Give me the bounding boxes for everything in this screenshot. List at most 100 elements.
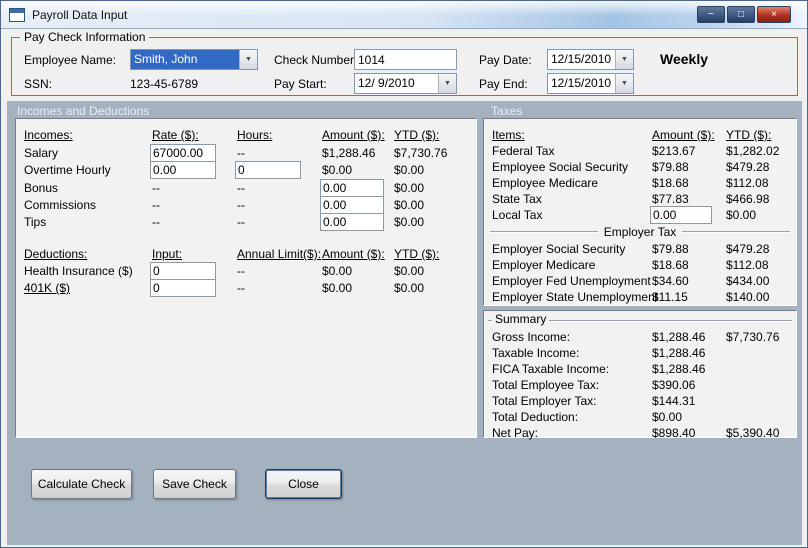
pay-frequency-label: Weekly (660, 51, 708, 67)
close-window-button[interactable]: × (757, 6, 791, 23)
employee-name-combobox[interactable]: Smith, John ▼ (130, 49, 258, 70)
employer-tax-separator: Employer Tax (490, 225, 791, 239)
employer-ss-amount-cell: $79.88 (652, 242, 689, 256)
tips-amount-input[interactable] (320, 213, 384, 231)
maximize-icon: □ (737, 8, 745, 20)
commissions-rate-cell: -- (152, 198, 160, 212)
overtime-hours-input[interactable] (235, 161, 301, 179)
overtime-rate-input[interactable] (150, 161, 216, 179)
check-number-input[interactable] (354, 49, 457, 70)
deductions-ytd-header: YTD ($): (394, 247, 440, 261)
health-insurance-ytd-cell: $0.00 (394, 264, 425, 278)
employee-ss-amount-cell: $79.88 (652, 160, 689, 174)
pay-end-picker[interactable]: 12/15/2010 ▼ (547, 73, 634, 94)
state-tax-amount-cell: $77.83 (652, 192, 689, 206)
local-tax-label: Local Tax (492, 208, 543, 222)
employee-ss-label: Employee Social Security (492, 160, 629, 174)
calculate-check-button[interactable]: Calculate Check (31, 469, 132, 499)
paycheck-info-group: Pay Check Information Employee Name: Smi… (11, 30, 798, 96)
close-icon: × (771, 8, 777, 20)
commissions-hours-cell: -- (237, 198, 245, 212)
k401-limit-cell: -- (237, 281, 245, 295)
ssn-value: 123-45-6789 (130, 77, 199, 91)
employer-state-unemployment-label: Employer State Unemployment (492, 290, 659, 304)
salary-hours-cell: -- (237, 146, 245, 160)
pay-start-picker[interactable]: 12/ 9/2010 ▼ (354, 73, 457, 94)
employee-medicare-ytd-cell: $112.08 (726, 176, 769, 190)
rate-header: Rate ($): (152, 128, 199, 142)
check-number-label: Check Number: (274, 53, 358, 67)
amount-header: Amount ($): (322, 128, 385, 142)
tips-hours-cell: -- (237, 215, 245, 229)
total-employer-tax-amount-cell: $144.31 (652, 394, 696, 408)
tips-rate-cell: -- (152, 215, 160, 229)
separator-line (490, 231, 598, 233)
deductions-amount-header: Amount ($): (322, 247, 385, 261)
employee-ss-ytd-cell: $479.28 (726, 160, 770, 174)
net-pay-label: Net Pay: (492, 426, 539, 440)
save-check-button[interactable]: Save Check (153, 469, 236, 499)
bonus-amount-input[interactable] (320, 179, 384, 197)
local-tax-ytd-cell: $0.00 (726, 208, 757, 222)
commissions-amount-input[interactable] (320, 196, 384, 214)
maximize-button[interactable]: □ (727, 6, 755, 23)
overtime-ytd-cell: $0.00 (394, 163, 425, 177)
health-insurance-input[interactable] (150, 262, 216, 280)
total-employee-tax-amount-cell: $390.06 (652, 378, 696, 392)
incomes-deductions-section-title: Incomes and Deductions (17, 104, 150, 118)
local-tax-input[interactable] (650, 206, 712, 224)
tips-ytd-cell: $0.00 (394, 215, 425, 229)
employer-state-unemployment-ytd-cell: $140.00 (726, 290, 770, 304)
federal-tax-label: Federal Tax (492, 144, 555, 158)
commissions-ytd-cell: $0.00 (394, 198, 425, 212)
items-header: Items: (492, 128, 525, 142)
federal-tax-ytd-cell: $1,282.02 (726, 144, 780, 158)
federal-tax-amount-cell: $213.67 (652, 144, 696, 158)
chevron-down-icon[interactable]: ▼ (438, 74, 456, 93)
net-pay-ytd-cell: $5,390.40 (726, 426, 780, 440)
taxes-amount-header: Amount ($): (652, 128, 715, 142)
separator-line (682, 231, 791, 233)
salary-ytd-cell: $7,730.76 (394, 146, 448, 160)
chevron-down-icon[interactable]: ▼ (615, 50, 633, 69)
titlebar[interactable]: Payroll Data Input − □ × (1, 1, 807, 29)
main-section: Incomes and Deductions Taxes Incomes: Ra… (7, 101, 802, 545)
employee-name-value: Smith, John (131, 50, 239, 69)
k401-amount-cell: $0.00 (322, 281, 353, 295)
deductions-header: Deductions: (24, 247, 88, 261)
gross-income-ytd-cell: $7,730.76 (726, 330, 780, 344)
chevron-down-icon[interactable]: ▼ (239, 50, 257, 69)
annual-limit-header: Annual Limit($): (237, 247, 322, 261)
salary-label: Salary (24, 146, 59, 160)
close-button[interactable]: Close (265, 469, 342, 499)
taxable-income-amount-cell: $1,288.46 (652, 346, 706, 360)
salary-rate-input[interactable] (150, 144, 216, 162)
gross-income-label: Gross Income: (492, 330, 571, 344)
total-deduction-label: Total Deduction: (492, 410, 579, 424)
k401-input[interactable] (150, 279, 216, 297)
summary-panel: Summary Gross Income: $1,288.46 $7,730.7… (483, 310, 797, 440)
employer-ss-ytd-cell: $479.28 (726, 242, 770, 256)
employer-medicare-ytd-cell: $112.08 (726, 258, 769, 272)
state-tax-label: State Tax (492, 192, 542, 206)
k401-ytd-cell: $0.00 (394, 281, 425, 295)
pay-date-picker[interactable]: 12/15/2010 ▼ (547, 49, 634, 70)
pay-date-value: 12/15/2010 (551, 52, 612, 66)
employer-tax-separator-label: Employer Tax (603, 225, 677, 239)
taxes-section-title: Taxes (491, 104, 523, 118)
fica-taxable-income-amount-cell: $1,288.46 (652, 362, 706, 376)
gross-income-amount-cell: $1,288.46 (652, 330, 706, 344)
employee-medicare-amount-cell: $18.68 (652, 176, 689, 190)
chevron-down-icon[interactable]: ▼ (615, 74, 633, 93)
overtime-amount-cell: $0.00 (322, 163, 353, 177)
minimize-button[interactable]: − (697, 6, 725, 23)
employer-medicare-label: Employer Medicare (492, 258, 596, 272)
total-employee-tax-label: Total Employee Tax: (492, 378, 600, 392)
window-title: Payroll Data Input (32, 7, 128, 22)
incomes-header: Incomes: (24, 128, 73, 142)
employer-fed-unemployment-label: Employer Fed Unemployment (492, 274, 651, 288)
pay-start-label: Pay Start: (274, 77, 327, 91)
pay-end-label: Pay End: (479, 77, 528, 91)
health-insurance-label: Health Insurance ($) (24, 264, 133, 278)
ssn-label: SSN: (24, 77, 53, 91)
